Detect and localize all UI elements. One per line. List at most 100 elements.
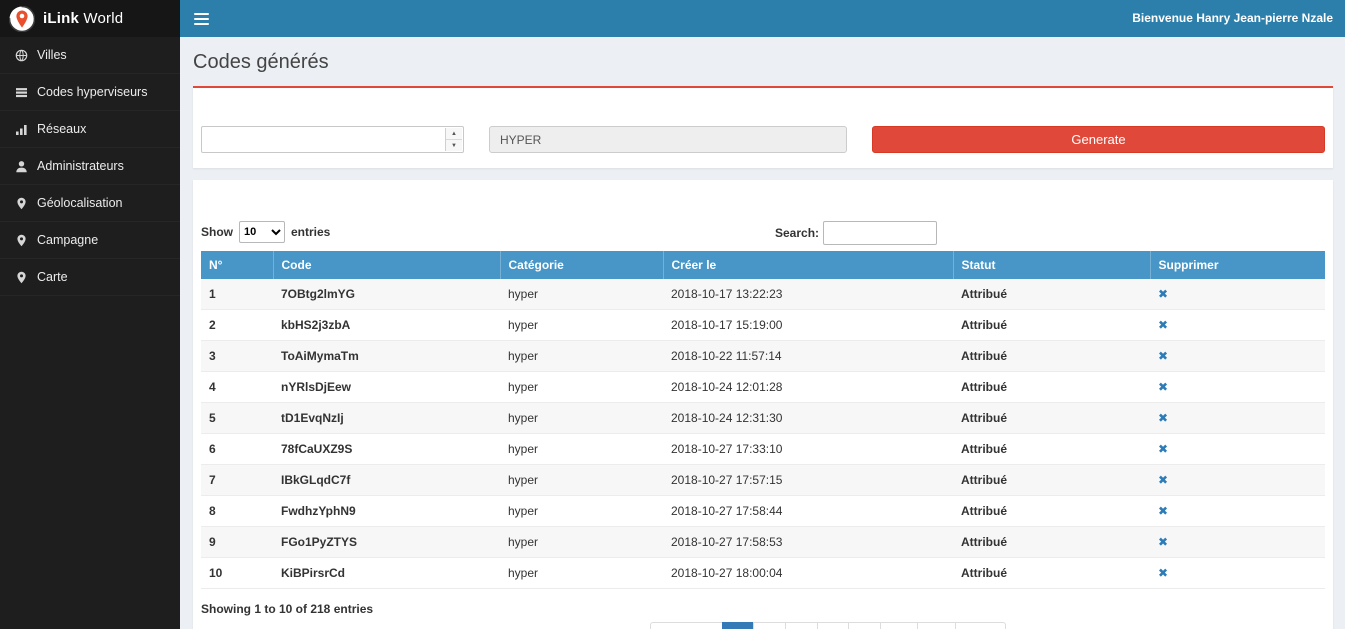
sidebar-item-carte[interactable]: Carte — [0, 259, 180, 296]
cell-created: 2018-10-27 17:58:44 — [663, 496, 953, 527]
search-input[interactable] — [823, 221, 937, 245]
brand-title: iLink World — [43, 10, 123, 27]
page-length-select[interactable]: 10 — [239, 221, 285, 243]
cell-created: 2018-10-17 13:22:23 — [663, 279, 953, 310]
main-content: Codes générés ▲ ▼ Generate Show 10 entri… — [180, 37, 1345, 629]
cell-num: 4 — [201, 372, 273, 403]
page-button-5[interactable]: 5 — [848, 622, 881, 629]
sidebar-item-campagne[interactable]: Campagne — [0, 222, 180, 259]
column-header-categorie[interactable]: Catégorie — [500, 251, 663, 279]
signal-icon — [15, 123, 28, 136]
cell-created: 2018-10-27 17:33:10 — [663, 434, 953, 465]
cell-num: 6 — [201, 434, 273, 465]
cell-num: 8 — [201, 496, 273, 527]
sidebar-item-label: Réseaux — [37, 122, 86, 136]
table-row: 7IBkGLqdC7fhyper2018-10-27 17:57:15Attri… — [201, 465, 1325, 496]
page-button-: … — [880, 622, 918, 629]
page-button-3[interactable]: 3 — [785, 622, 818, 629]
globe-icon — [15, 49, 28, 62]
cell-created: 2018-10-24 12:01:28 — [663, 372, 953, 403]
list-icon — [15, 86, 28, 99]
delete-icon[interactable]: ✖ — [1158, 349, 1168, 363]
entries-label: entries — [291, 225, 330, 239]
column-header-creer-le[interactable]: Créer le — [663, 251, 953, 279]
user-icon — [15, 160, 28, 173]
cell-created: 2018-10-17 15:19:00 — [663, 310, 953, 341]
delete-icon[interactable]: ✖ — [1158, 380, 1168, 394]
app-logo-icon — [9, 6, 35, 32]
cell-num: 1 — [201, 279, 273, 310]
delete-icon[interactable]: ✖ — [1158, 566, 1168, 580]
quantity-input[interactable] — [202, 127, 463, 152]
table-row: 678fCaUXZ9Shyper2018-10-27 17:33:10Attri… — [201, 434, 1325, 465]
table-row: 10KiBPirsrCdhyper2018-10-27 18:00:04Attr… — [201, 558, 1325, 589]
sidebar-item-codes-hyperviseurs[interactable]: Codes hyperviseurs — [0, 74, 180, 111]
pagination: Previous12345…22Next — [266, 622, 1345, 629]
spinner-up-icon[interactable]: ▲ — [446, 128, 462, 140]
sidebar-item-label: Géolocalisation — [37, 196, 122, 210]
cell-category: hyper — [500, 465, 663, 496]
table-row: 5tD1EvqNzIjhyper2018-10-24 12:31:30Attri… — [201, 403, 1325, 434]
cell-category: hyper — [500, 558, 663, 589]
cell-status: Attribué — [953, 496, 1150, 527]
delete-icon[interactable]: ✖ — [1158, 318, 1168, 332]
search-control: Search: — [775, 221, 937, 245]
generate-button[interactable]: Generate — [872, 126, 1325, 153]
cell-delete: ✖ — [1150, 279, 1325, 310]
generator-panel: ▲ ▼ Generate — [193, 86, 1333, 168]
sidebar-item-administrateurs[interactable]: Administrateurs — [0, 148, 180, 185]
page-button-4[interactable]: 4 — [817, 622, 850, 629]
sidebar-item-label: Carte — [37, 270, 68, 284]
cell-num: 10 — [201, 558, 273, 589]
sidebar-item-label: Campagne — [37, 233, 98, 247]
table-controls: Show 10 entries Search: — [201, 221, 1325, 245]
delete-icon[interactable]: ✖ — [1158, 411, 1168, 425]
cell-code: tD1EvqNzIj — [273, 403, 500, 434]
cell-delete: ✖ — [1150, 341, 1325, 372]
delete-icon[interactable]: ✖ — [1158, 287, 1168, 301]
cell-category: hyper — [500, 372, 663, 403]
table-panel: Show 10 entries Search: N°CodeCatégorieC… — [193, 180, 1333, 629]
brand[interactable]: iLink World — [0, 0, 180, 37]
column-header-n[interactable]: N° — [201, 251, 273, 279]
cell-code: kbHS2j3zbA — [273, 310, 500, 341]
column-header-statut[interactable]: Statut — [953, 251, 1150, 279]
cell-code: nYRlsDjEew — [273, 372, 500, 403]
delete-icon[interactable]: ✖ — [1158, 504, 1168, 518]
search-label: Search: — [775, 226, 819, 240]
pin-icon — [15, 234, 28, 247]
cell-category: hyper — [500, 496, 663, 527]
sidebar-item-label: Codes hyperviseurs — [37, 85, 147, 99]
pin-icon — [15, 197, 28, 210]
cell-delete: ✖ — [1150, 527, 1325, 558]
page-button-22[interactable]: 22 — [917, 622, 956, 629]
category-field[interactable] — [489, 126, 847, 153]
delete-icon[interactable]: ✖ — [1158, 442, 1168, 456]
cell-delete: ✖ — [1150, 496, 1325, 527]
page-length-control: Show 10 entries — [201, 221, 1325, 243]
cell-category: hyper — [500, 527, 663, 558]
delete-icon[interactable]: ✖ — [1158, 535, 1168, 549]
cell-created: 2018-10-27 17:57:15 — [663, 465, 953, 496]
codes-table: N°CodeCatégorieCréer leStatutSupprimer 1… — [201, 251, 1325, 589]
page-button-2[interactable]: 2 — [753, 622, 786, 629]
cell-status: Attribué — [953, 558, 1150, 589]
sidebar-item-geolocalisation[interactable]: Géolocalisation — [0, 185, 180, 222]
column-header-code[interactable]: Code — [273, 251, 500, 279]
sidebar-item-reseaux[interactable]: Réseaux — [0, 111, 180, 148]
page-button-next[interactable]: Next — [955, 622, 1006, 629]
table-header-row: N°CodeCatégorieCréer leStatutSupprimer — [201, 251, 1325, 279]
cell-created: 2018-10-27 17:58:53 — [663, 527, 953, 558]
spinner-down-icon[interactable]: ▼ — [446, 140, 462, 151]
table-row: 9FGo1PyZTYShyper2018-10-27 17:58:53Attri… — [201, 527, 1325, 558]
delete-icon[interactable]: ✖ — [1158, 473, 1168, 487]
sidebar-toggle-button[interactable] — [186, 0, 216, 37]
cell-delete: ✖ — [1150, 434, 1325, 465]
spinner-buttons[interactable]: ▲ ▼ — [445, 128, 462, 151]
page-button-1[interactable]: 1 — [722, 622, 755, 629]
column-header-supprimer[interactable]: Supprimer — [1150, 251, 1325, 279]
cell-num: 9 — [201, 527, 273, 558]
page-button-previous[interactable]: Previous — [650, 622, 723, 629]
cell-status: Attribué — [953, 465, 1150, 496]
sidebar-item-villes[interactable]: Villes — [0, 37, 180, 74]
